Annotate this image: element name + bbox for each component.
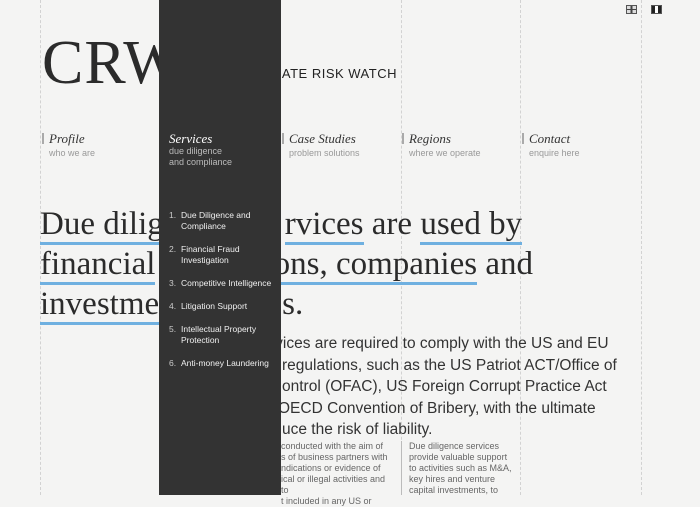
item-label: Intellectual Property Protection <box>181 324 257 345</box>
item-number: 3. <box>169 278 177 288</box>
item-number: 2. <box>169 244 177 254</box>
item-number: 1. <box>169 210 177 220</box>
column-right: Due diligence services provide valuable … <box>409 441 519 496</box>
headline: Due dilig rvices are used by financial ion… <box>40 204 660 325</box>
menu-item[interactable]: 4. Litigation Support <box>169 301 277 312</box>
column-divider <box>401 441 402 495</box>
nav-title: Contact <box>529 131 571 146</box>
nav-regions[interactable]: Regions where we operate <box>402 131 481 159</box>
column-line: t included in any US or <box>281 496 372 506</box>
alt-flag-icon[interactable] <box>651 5 662 14</box>
column-line: s of business partners with <box>281 452 388 462</box>
nav-desc: enquire here <box>529 148 580 158</box>
nav-desc: problem solutions <box>289 148 360 158</box>
menu-item[interactable]: 5. Intellectual Property Protection <box>169 324 277 346</box>
headline-link[interactable]: financial <box>40 246 156 285</box>
paragraph-line: uce the risk of liability. <box>282 421 433 438</box>
column-line: key hires and venture <box>409 474 496 484</box>
nav-title: Regions <box>409 131 451 146</box>
menu-item[interactable]: 6. Anti-money Laundering <box>169 358 277 369</box>
paragraph-line: OECD Convention of Bribery, with the ult… <box>278 399 596 417</box>
services-dropdown: Services due diligence and compliance 1.… <box>159 0 281 495</box>
item-label: Anti-money Laundering <box>181 358 269 368</box>
item-number: 4. <box>169 301 177 311</box>
column-line: to activities such as M&A, <box>409 463 512 473</box>
column-line: conducted with the aim of <box>281 441 384 451</box>
menu-item[interactable]: 1. Due Diligence and Compliance <box>169 210 277 232</box>
logo-tagline: RATE RISK WATCH <box>272 66 397 81</box>
column-line: Due diligence services <box>409 441 500 451</box>
item-label: Competitive Intelligence <box>181 278 272 288</box>
headline-link[interactable]: investme <box>40 286 160 325</box>
paragraph-line: ontrol (OFAC), US Foreign Corrupt Practi… <box>282 378 607 395</box>
services-menu: 1. Due Diligence and Compliance 2. Financi… <box>169 210 277 381</box>
headline-link[interactable]: rvices <box>284 206 364 245</box>
column-line: provide valuable support <box>409 452 508 462</box>
nav-desc: who we are <box>49 148 96 158</box>
headline-text: and <box>477 246 533 282</box>
paragraph-line: rvices are required to comply with the U… <box>270 335 609 352</box>
uk-flag-icon[interactable] <box>626 5 637 14</box>
nav-contact[interactable]: Contact enquire here <box>522 131 580 159</box>
nav-title: Profile <box>49 131 85 146</box>
nav-services[interactable]: Services <box>169 131 212 147</box>
nav-desc-line: due diligence <box>169 146 223 156</box>
column-line: ical or illegal activities and to <box>281 474 386 495</box>
intro-paragraph: rvices are required to comply with the U… <box>270 333 650 441</box>
headline-text: are <box>363 206 421 242</box>
headline-link[interactable]: Due dilig <box>40 206 164 245</box>
item-number: 5. <box>169 324 177 334</box>
language-switcher <box>626 5 662 14</box>
column-line: capital investments, to <box>409 485 499 495</box>
menu-item[interactable]: 2. Financial Fraud Investigation <box>169 244 277 266</box>
item-number: 6. <box>169 358 177 368</box>
nav-profile[interactable]: Profile who we are <box>41 131 96 159</box>
nav-desc-line: and compliance <box>169 157 233 167</box>
headline-link[interactable]: used by <box>420 206 523 245</box>
column-left: conducted with the aim of s of business … <box>281 441 393 507</box>
nav-desc: due diligence and compliance <box>169 146 232 168</box>
nav-case-studies[interactable]: Case Studies problem solutions <box>282 131 360 159</box>
item-label: Litigation Support <box>181 301 248 311</box>
nav-desc: where we operate <box>409 148 481 158</box>
paragraph-line: regulations, such as the US Patriot ACT/… <box>282 356 617 374</box>
column-line: ndications or evidence of <box>281 463 381 473</box>
menu-item[interactable]: 3. Competitive Intelligence <box>169 278 277 289</box>
nav-title: Case Studies <box>289 131 356 146</box>
headline-text: s. <box>282 286 304 322</box>
item-label: Due Diligence and Compliance <box>181 210 251 231</box>
headline-link[interactable]: companies <box>335 246 478 285</box>
item-label: Financial Fraud Investigation <box>181 244 240 265</box>
